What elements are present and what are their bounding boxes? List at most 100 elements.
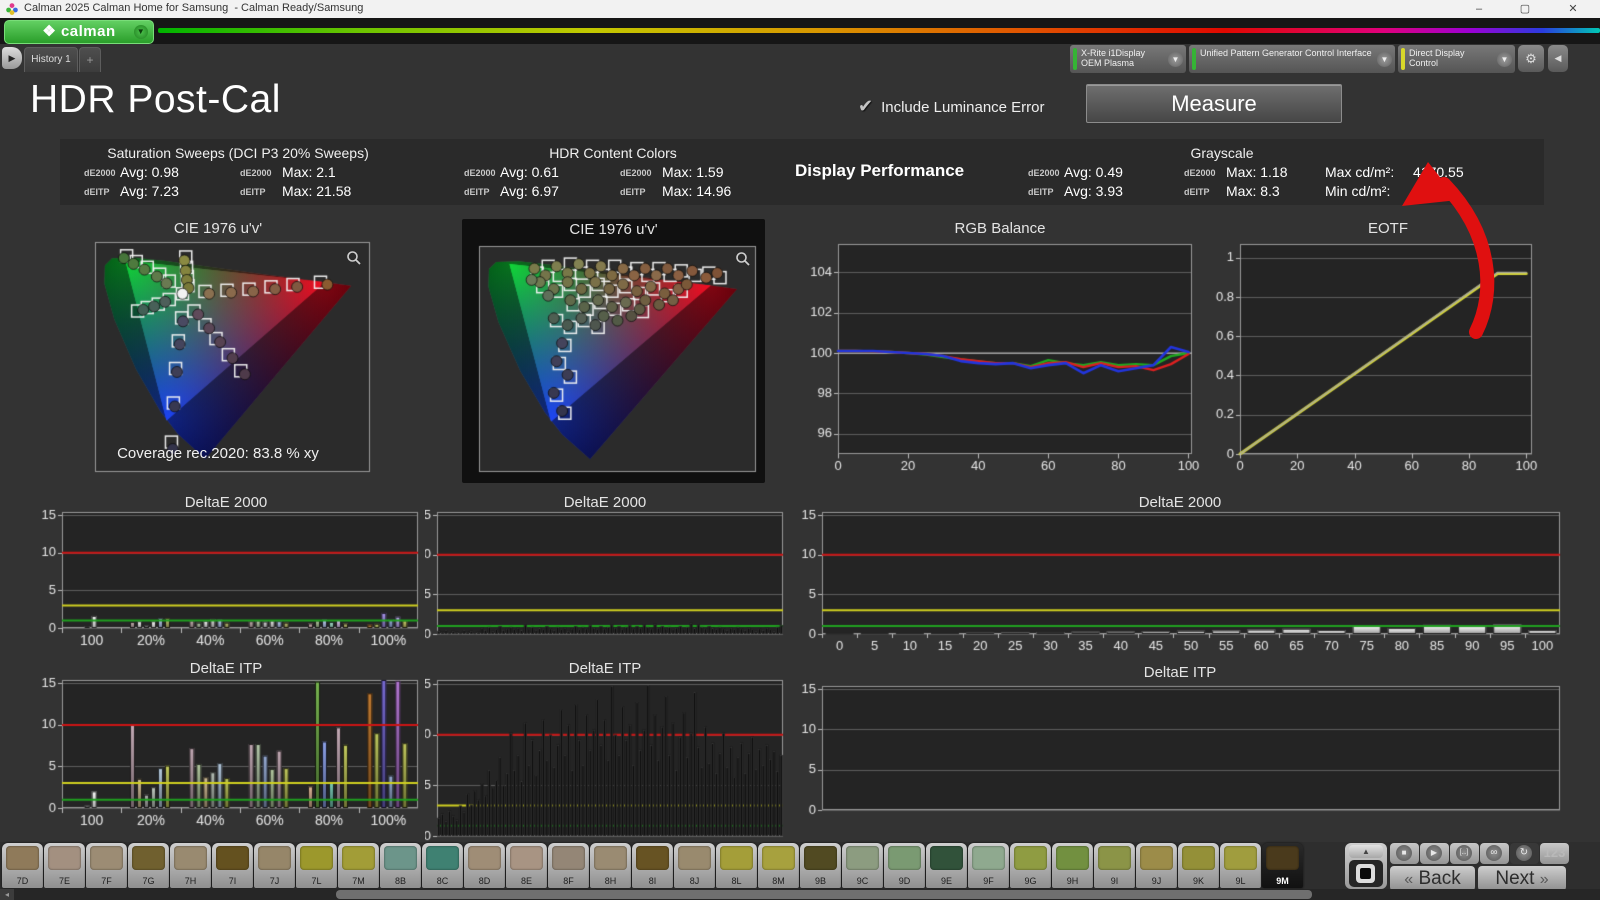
pattern-swatch-7F[interactable]: 7F <box>86 843 127 888</box>
pattern-swatch-7G[interactable]: 7G <box>128 843 169 888</box>
minimize-button[interactable]: – <box>1458 0 1500 18</box>
pattern-swatch-9K[interactable]: 9K <box>1178 843 1219 888</box>
device-status-indicator <box>1192 48 1196 70</box>
pattern-swatch-9D[interactable]: 9D <box>884 843 925 888</box>
pattern-swatch-7E[interactable]: 7E <box>44 843 85 888</box>
stats-metric-label: dE2000 <box>240 168 272 178</box>
swatch-color <box>636 846 669 870</box>
collapse-panel-button[interactable]: ◀ <box>1548 45 1568 72</box>
pattern-swatch-8F[interactable]: 8F <box>548 843 589 888</box>
swatch-color <box>1182 846 1215 870</box>
add-tab-button[interactable]: + <box>79 47 101 72</box>
pattern-swatch-9J[interactable]: 9J <box>1136 843 1177 888</box>
stop-icon: ■ <box>1396 845 1412 861</box>
back-button[interactable]: « Back <box>1390 866 1475 891</box>
stop-pattern-button[interactable] <box>1349 860 1383 887</box>
device-dropdown-1[interactable]: X-Rite i1Display OEM Plasma ▼ <box>1070 45 1186 73</box>
pattern-swatch-8C[interactable]: 8C <box>422 843 463 888</box>
chart-title: CIE 1976 u'v' <box>173 220 263 237</box>
pattern-swatch-7D[interactable]: 7D <box>2 843 43 888</box>
swatch-color <box>132 846 165 870</box>
device-dropdown-3[interactable]: Direct Display Control ▼ <box>1398 45 1515 73</box>
swatch-label: 9D <box>898 876 911 886</box>
pattern-swatch-8B[interactable]: 8B <box>380 843 421 888</box>
pattern-swatch-9C[interactable]: 9C <box>842 843 883 888</box>
scroll-left-icon[interactable]: ◂ <box>0 889 14 900</box>
calman-menu-button[interactable]: ❖ calman ▼ <box>4 20 154 44</box>
device-label: X-Rite i1Display OEM Plasma <box>1081 48 1146 69</box>
step-button[interactable]: [‥] <box>1450 843 1479 864</box>
stats-group-3: Display Performance <box>795 139 975 205</box>
chart-de2000-saturation: DeltaE 2000 <box>30 492 422 650</box>
step-icon: [‥] <box>1456 845 1472 861</box>
cie-hdr-canvas <box>465 222 762 480</box>
zoom-chart-icon[interactable] <box>735 251 751 267</box>
chart-title: CIE 1976 u'v' <box>569 221 658 238</box>
device-dropdown-2[interactable]: Unified Pattern Generator Control Interf… <box>1189 45 1395 73</box>
tab-history-1[interactable]: History 1 <box>24 47 78 72</box>
stats-panel: Saturation Sweeps (DCI P3 20% Sweeps) dE2… <box>60 139 1544 205</box>
settings-gear-button[interactable]: ⚙ <box>1518 45 1544 72</box>
chart-title: EOTF <box>1368 220 1408 237</box>
swatch-label: 7J <box>269 876 280 886</box>
stats-metric-label: dEITP <box>1028 187 1054 197</box>
swatch-color <box>510 846 543 870</box>
de2000-saturation-canvas <box>30 492 422 650</box>
pattern-swatch-9E[interactable]: 9E <box>926 843 967 888</box>
pattern-swatch-8L[interactable]: 8L <box>716 843 757 888</box>
calman-logo-text: ❖ calman <box>42 23 116 40</box>
pattern-swatch-9B[interactable]: 9B <box>800 843 841 888</box>
zoom-chart-icon[interactable] <box>346 250 362 266</box>
deitp-grayscale-canvas <box>795 662 1565 834</box>
chart-deitp-hdr: DeltaE ITP <box>425 658 785 842</box>
expand-pane-button[interactable]: ▶ <box>2 47 22 69</box>
swatch-label: 8F <box>563 876 574 886</box>
pattern-swatch-7I[interactable]: 7I <box>212 843 253 888</box>
swatch-color <box>1098 846 1131 870</box>
pattern-swatch-7J[interactable]: 7J <box>254 843 295 888</box>
close-button[interactable]: ✕ <box>1552 0 1594 18</box>
pattern-swatch-9I[interactable]: 9I <box>1094 843 1135 888</box>
pattern-swatch-9L[interactable]: 9L <box>1220 843 1261 888</box>
loop-button[interactable]: ∞ <box>1480 843 1509 864</box>
stats-value: Avg: 3.93 <box>1064 183 1123 199</box>
stats-value: Max: 2.1 <box>282 164 336 180</box>
pattern-swatch-9G[interactable]: 9G <box>1010 843 1051 888</box>
swatch-color <box>1140 846 1173 870</box>
pattern-swatch-7M[interactable]: 7M <box>338 843 379 888</box>
include-luminance-error-checkbox[interactable]: ✔ Include Luminance Error <box>858 96 1045 117</box>
swatch-label: 9I <box>1110 876 1119 886</box>
chart-de2000-grayscale: DeltaE 2000 <box>795 492 1565 658</box>
pattern-swatch-9F[interactable]: 9F <box>968 843 1009 888</box>
pattern-swatch-8H[interactable]: 8H <box>590 843 631 888</box>
next-button[interactable]: Next » <box>1478 866 1566 891</box>
pattern-swatch-9H[interactable]: 9H <box>1052 843 1093 888</box>
pattern-swatch-8E[interactable]: 8E <box>506 843 547 888</box>
scrollbar-thumb[interactable] <box>336 890 1312 899</box>
eotf-canvas <box>1212 218 1564 480</box>
chart-cie-saturation: CIE 1976 u'v' Coverage rec.2020: 83.8 % … <box>62 218 374 476</box>
swatch-label: 9C <box>856 876 869 886</box>
refresh-icon: ↻ <box>1516 845 1532 861</box>
pattern-swatch-7H[interactable]: 7H <box>170 843 211 888</box>
stop-button[interactable]: ■ <box>1390 843 1419 864</box>
measure-button[interactable]: Measure <box>1086 84 1342 123</box>
play-button[interactable]: ▶ <box>1420 843 1449 864</box>
refresh-button[interactable]: ↻ <box>1510 843 1539 864</box>
collapse-strip-button[interactable]: ▲ <box>1349 845 1383 858</box>
chart-title: DeltaE 2000 <box>563 494 647 511</box>
pattern-swatch-7L[interactable]: 7L <box>296 843 337 888</box>
pattern-swatch-9M[interactable]: 9M <box>1262 843 1303 888</box>
horizontal-scrollbar[interactable]: ◂ <box>0 889 1600 900</box>
stats-group-title: Saturation Sweeps (DCI P3 20% Sweeps) <box>107 145 369 161</box>
pattern-swatch-8D[interactable]: 8D <box>464 843 505 888</box>
luminance-value: 4170.55 <box>1413 164 1464 180</box>
swatch-label: 8H <box>604 876 617 886</box>
pattern-swatch-8J[interactable]: 8J <box>674 843 715 888</box>
swatch-label: 9M <box>1276 876 1289 886</box>
pattern-swatch-8M[interactable]: 8M <box>758 843 799 888</box>
swatch-label: 9J <box>1151 876 1162 886</box>
chart-cie-hdr-selected[interactable]: CIE 1976 u'v' <box>462 219 765 483</box>
pattern-swatch-8I[interactable]: 8I <box>632 843 673 888</box>
maximize-button[interactable]: ▢ <box>1504 0 1546 18</box>
